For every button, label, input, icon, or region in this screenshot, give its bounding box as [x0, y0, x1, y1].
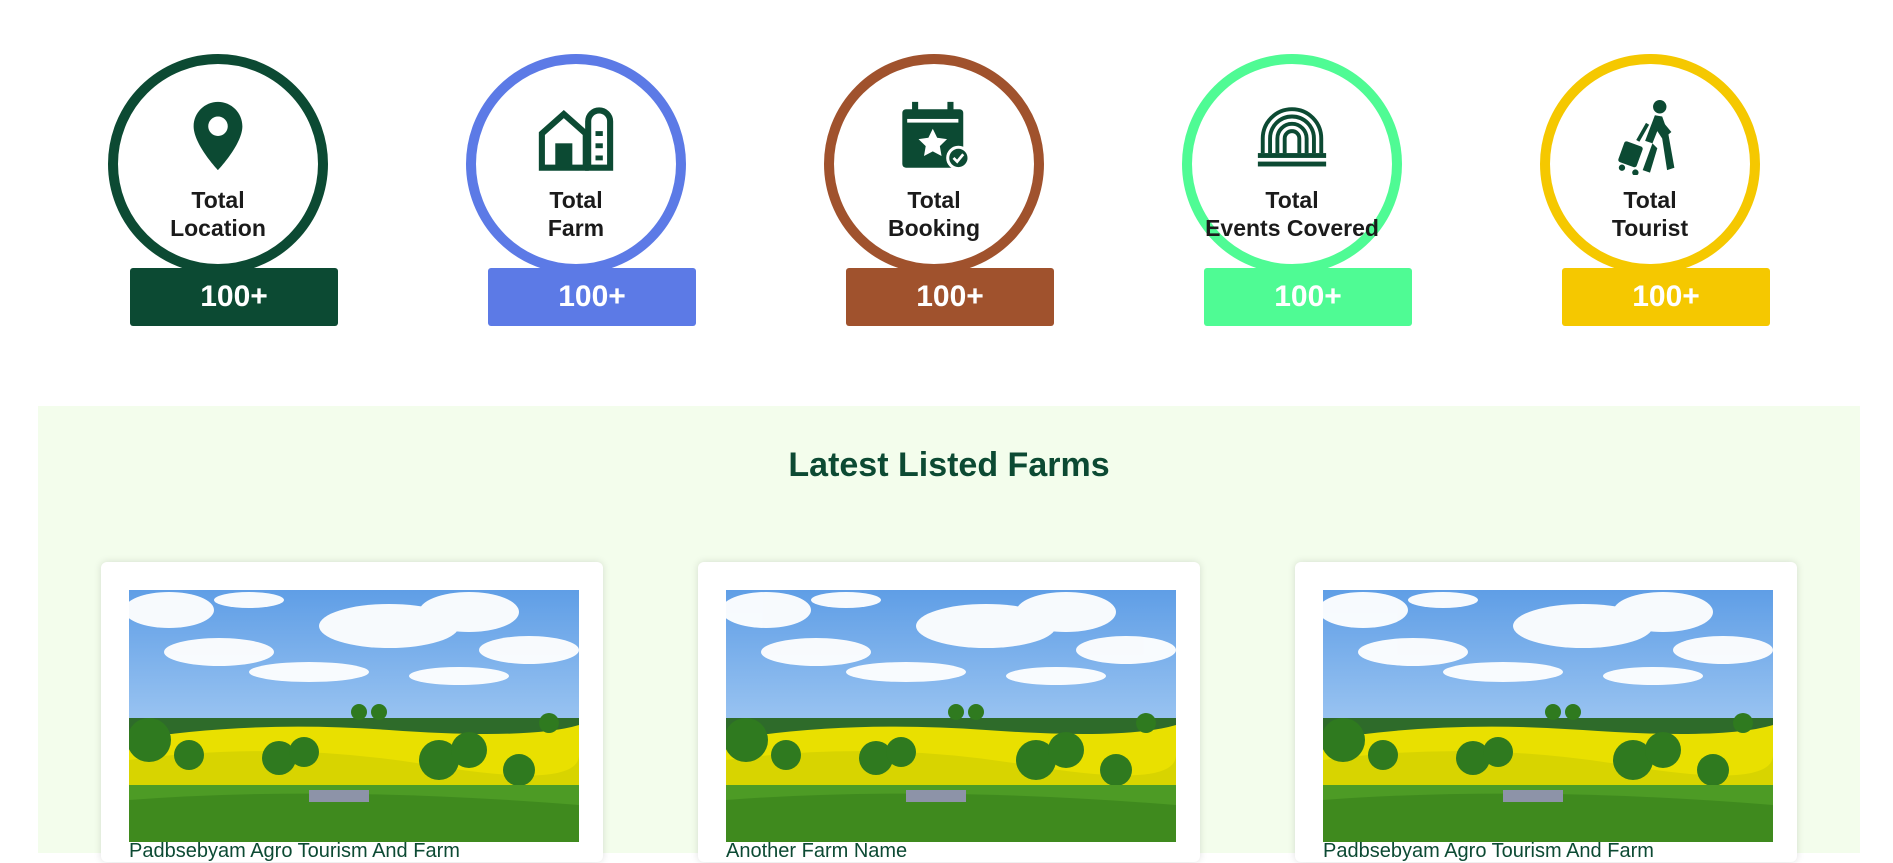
stat-label-line2: Booking: [888, 215, 980, 241]
stat-value-badge: 100+: [1562, 268, 1770, 326]
stat-label-line2: Location: [170, 215, 266, 241]
farm-name[interactable]: Padbsebyam Agro Tourism And Farm: [1323, 840, 1654, 863]
stat-label-line1: Total: [1265, 187, 1319, 213]
stat-label: Total Tourist: [1540, 186, 1760, 242]
stat-total-events: Total Events Covered 100+: [1182, 0, 1412, 330]
stat-label-line1: Total: [907, 187, 961, 213]
stat-label-line1: Total: [549, 187, 603, 213]
stat-label: Total Farm: [466, 186, 686, 242]
stat-value-badge: 100+: [488, 268, 696, 326]
farm-photo[interactable]: [726, 590, 1176, 842]
farm-photo[interactable]: [1323, 590, 1773, 842]
latest-farms-section: Latest Listed Farms Padbsebyam Agro Tour…: [38, 406, 1860, 862]
farm-name[interactable]: Another Farm Name: [726, 840, 907, 863]
farm-card[interactable]: Padbsebyam Agro Tourism And Farm: [1295, 562, 1797, 862]
stat-label-line1: Total: [191, 187, 245, 213]
stat-value-badge: 100+: [1204, 268, 1412, 326]
farm-card[interactable]: Another Farm Name: [698, 562, 1200, 862]
stat-label-line1: Total: [1623, 187, 1677, 213]
calendar-star-icon: [894, 96, 974, 176]
farm-photo[interactable]: [129, 590, 579, 842]
farm-card[interactable]: Padbsebyam Agro Tourism And Farm: [101, 562, 603, 862]
stat-total-farm: Total Farm 100+: [466, 0, 696, 330]
stat-value-badge: 100+: [846, 268, 1054, 326]
stat-total-tourist: Total Tourist 100+: [1540, 0, 1770, 330]
stat-value-badge: 100+: [130, 268, 338, 326]
event-arch-icon: [1252, 96, 1332, 176]
location-pin-icon: [178, 96, 258, 176]
section-title: Latest Listed Farms: [788, 446, 1110, 484]
stat-label: Total Events Covered: [1182, 186, 1402, 242]
farm-barn-icon: [536, 96, 616, 176]
stat-label: Total Location: [108, 186, 328, 242]
traveler-icon: [1610, 96, 1690, 176]
stat-label-line2: Tourist: [1611, 215, 1689, 241]
stat-label-line2: Events Covered: [1205, 215, 1379, 241]
stat-label: Total Booking: [824, 186, 1044, 242]
stat-total-booking: Total Booking 100+: [824, 0, 1054, 330]
stat-total-location: Total Location 100+: [108, 0, 338, 330]
stats-row: Total Location 100+ Total Farm 100+ Tota…: [0, 0, 1893, 400]
stat-label-line2: Farm: [547, 215, 605, 241]
farm-name[interactable]: Padbsebyam Agro Tourism And Farm: [129, 840, 460, 863]
